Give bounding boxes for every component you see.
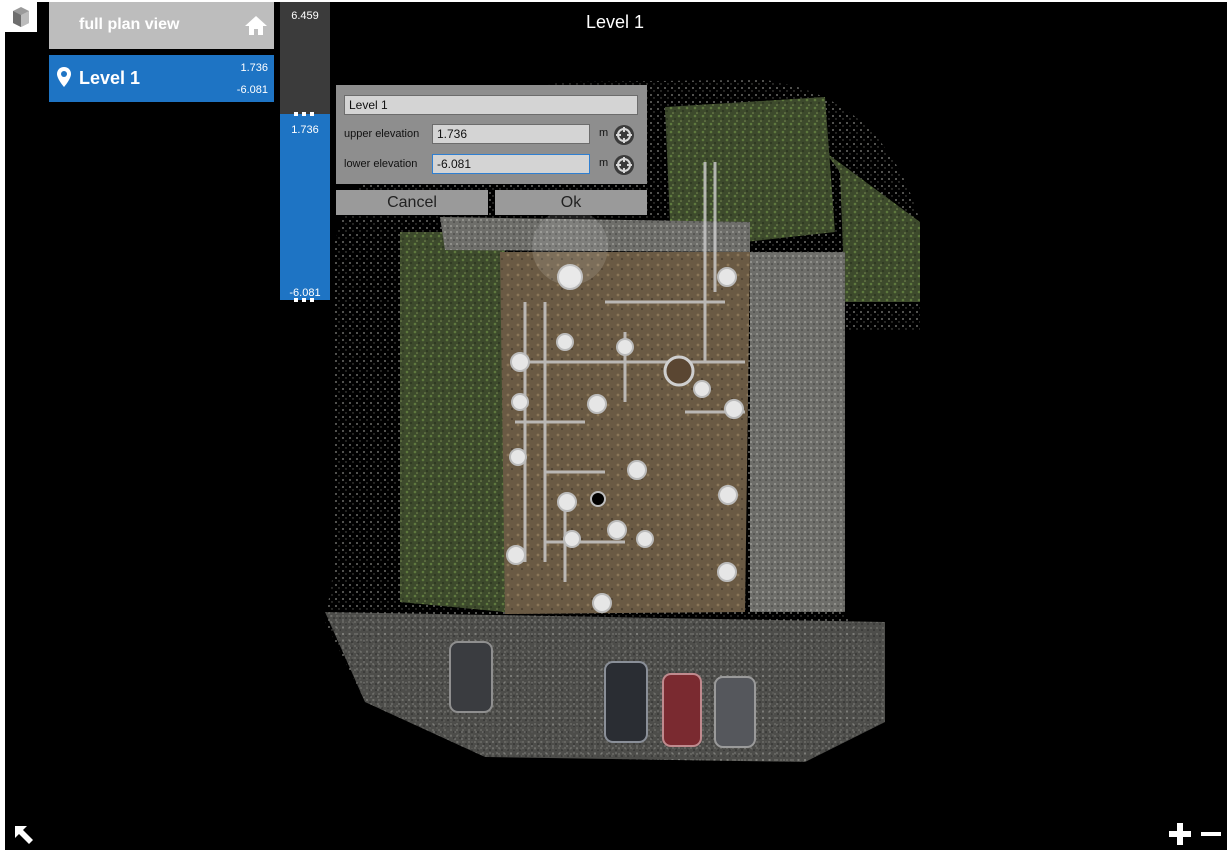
home-icon bbox=[244, 14, 268, 41]
lower-elevation-unit: m bbox=[599, 157, 609, 169]
lower-elevation-handle[interactable] bbox=[294, 298, 316, 302]
level-name-input[interactable] bbox=[344, 95, 638, 115]
cancel-button[interactable]: Cancel bbox=[336, 190, 488, 215]
location-pin-icon bbox=[57, 67, 71, 92]
full-plan-view-label: full plan view bbox=[79, 16, 180, 33]
upper-elevation-unit: m bbox=[599, 127, 609, 139]
elevation-max-value: 6.459 bbox=[291, 10, 319, 22]
level-item-lower-elevation: -6.081 bbox=[236, 84, 268, 96]
pick-upper-elevation-icon[interactable] bbox=[613, 124, 635, 151]
upper-elevation-handle[interactable] bbox=[294, 112, 316, 116]
minus-icon[interactable] bbox=[1200, 822, 1222, 850]
elevation-selected-range[interactable]: 1.736 -6.081 bbox=[280, 114, 330, 300]
lower-elevation-label: lower elevation bbox=[344, 158, 418, 170]
arrow-up-left-icon[interactable] bbox=[11, 822, 37, 850]
ok-button[interactable]: Ok bbox=[495, 190, 647, 215]
level-edit-dialog: upper elevation m lower elevation m bbox=[336, 85, 647, 184]
level-item-upper-elevation: 1.736 bbox=[240, 62, 268, 74]
level-item-label: Level 1 bbox=[79, 68, 141, 88]
plus-icon[interactable] bbox=[1168, 822, 1192, 850]
plan-viewport[interactable]: Level 1 full plan view Level 1 1.736 -6.… bbox=[5, 2, 1227, 850]
view-title: Level 1 bbox=[585, 12, 645, 32]
elevation-range-upper-value: 1.736 bbox=[291, 124, 319, 136]
pick-lower-elevation-icon[interactable] bbox=[613, 154, 635, 181]
full-plan-view-button[interactable]: full plan view bbox=[49, 2, 274, 49]
level-item-level-1[interactable]: Level 1 1.736 -6.081 bbox=[49, 55, 274, 102]
elevation-slider[interactable]: 6.459 1.736 -6.081 bbox=[280, 2, 330, 302]
upper-elevation-input[interactable] bbox=[432, 124, 590, 144]
upper-elevation-label: upper elevation bbox=[344, 128, 420, 140]
lower-elevation-input[interactable] bbox=[432, 154, 590, 174]
view-cube-icon[interactable] bbox=[5, 2, 37, 32]
elevation-slider-track: 6.459 bbox=[280, 2, 330, 114]
